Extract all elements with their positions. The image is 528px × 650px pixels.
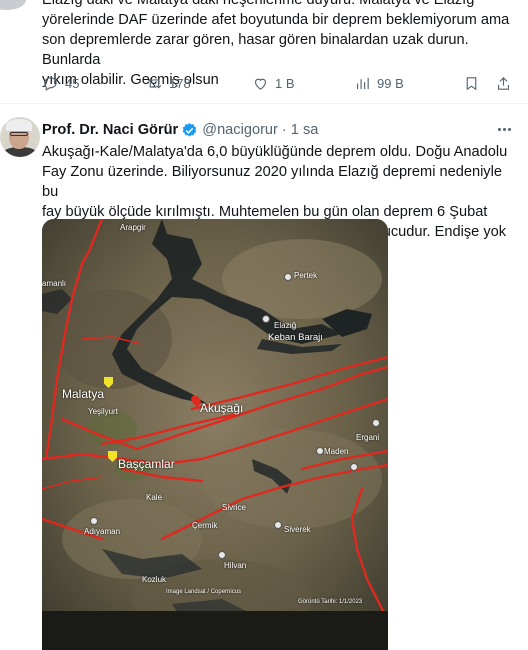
map-pin-icon xyxy=(350,463,358,471)
tweet-actions: 45 178 1 B 99 B xyxy=(42,75,512,95)
reply-count: 45 xyxy=(65,76,80,91)
retweet-count: 178 xyxy=(169,76,191,91)
map-label-hilvan: Hilvan xyxy=(224,561,247,570)
map-label-yesilyurt: Yeşilyurt xyxy=(88,407,118,416)
tweet[interactable]: Prof. Dr. Naci Görür @nacigorur · 1 sa A… xyxy=(0,104,528,650)
author-name[interactable]: Prof. Dr. Naci Görür xyxy=(42,122,178,138)
map-label-arapgir: Arapgir xyxy=(120,223,146,232)
map-copyright: Image Landsat / Copernicus xyxy=(166,589,242,595)
previous-tweet-line: yörelerinde DAF üzerinde afet boyutunda … xyxy=(42,12,510,28)
analytics-icon xyxy=(356,77,369,90)
map-pin-icon xyxy=(90,517,98,525)
map-label-bascamlar: Başçamlar xyxy=(118,457,175,471)
map-pin-icon xyxy=(316,447,324,455)
map-label-maden: Maden xyxy=(324,447,349,456)
heart-icon xyxy=(254,78,267,90)
views-button[interactable]: 99 B xyxy=(354,75,404,92)
avatar-glasses xyxy=(10,132,28,136)
avatar-hair xyxy=(6,119,32,131)
views-count: 99 B xyxy=(377,76,404,91)
map-pin-icon xyxy=(274,521,282,529)
tweet-timestamp[interactable]: 1 sa xyxy=(291,122,319,138)
like-count: 1 B xyxy=(275,76,295,91)
separator-dot: · xyxy=(281,122,287,138)
map-label-adiyaman: Adıyaman xyxy=(84,527,121,536)
tweet-text-line: Fay Zonu üzerinde. Biliyorsunuz 2020 yıl… xyxy=(42,164,502,200)
tweet-header: Prof. Dr. Naci Görür @nacigorur · 1 sa xyxy=(42,120,318,140)
map-label-malatya: Malatya xyxy=(62,387,105,401)
more-options-button[interactable] xyxy=(494,122,514,136)
map-label-pertek: Pertek xyxy=(294,271,318,280)
map-label-cermik: Çermik xyxy=(192,521,218,530)
map-label-amanli: amanlı xyxy=(42,279,67,288)
bookmark-button[interactable] xyxy=(463,75,480,92)
avatar[interactable] xyxy=(0,0,26,10)
satellite-map-image xyxy=(42,219,388,650)
retweet-icon xyxy=(147,78,162,89)
more-dot-icon xyxy=(497,127,501,131)
map-pin-icon xyxy=(218,551,226,559)
reply-button[interactable]: 45 xyxy=(42,75,79,92)
reply-icon xyxy=(44,77,57,91)
map-label-elazig: Elazığ xyxy=(274,321,297,330)
tweet-text-line: Akuşağı-Kale/Malatya'da 6,0 büyüklüğünde… xyxy=(42,144,508,160)
previous-tweet-line: Elazığ daki ve Malatya daki neşenlerime … xyxy=(42,0,475,8)
map-pin-icon xyxy=(262,315,270,323)
like-button[interactable]: 1 B xyxy=(252,75,295,92)
more-dot-icon xyxy=(507,127,511,131)
map-pin-icon xyxy=(284,273,292,281)
map-imagery-date: Görüntü Tarihi: 1/1/2023 xyxy=(298,599,363,605)
bookmark-icon xyxy=(466,77,477,91)
map-label-akusagi: Akuşağı xyxy=(200,401,244,415)
map-label-sivrice: Sivrice xyxy=(222,503,247,512)
share-icon xyxy=(497,77,510,90)
share-button[interactable] xyxy=(495,75,512,92)
verified-badge-icon xyxy=(183,122,197,137)
previous-tweet-line: son depremlerde zarar gören, hasar gören… xyxy=(42,32,469,68)
avatar[interactable] xyxy=(0,117,40,157)
map-label-keban: Keban Barajı xyxy=(268,332,323,343)
previous-tweet[interactable]: Elazığ daki ve Malatya daki neşenlerime … xyxy=(0,0,528,103)
author-handle[interactable]: @nacigorur xyxy=(202,122,278,138)
map-pin-icon xyxy=(372,419,380,427)
map-label-ergani: Ergani xyxy=(356,433,380,442)
retweet-button[interactable]: 178 xyxy=(146,75,191,92)
map-label-siverek: Siverek xyxy=(284,525,311,534)
more-dot-icon xyxy=(502,127,506,131)
map-bottom-band xyxy=(42,611,388,650)
map-label-kozluk: Kozluk xyxy=(142,575,167,584)
tweet-media-map[interactable]: Arapgir Pertek Elazığ Keban Barajı amanl… xyxy=(42,219,388,650)
map-label-kale: Kale xyxy=(146,493,163,502)
